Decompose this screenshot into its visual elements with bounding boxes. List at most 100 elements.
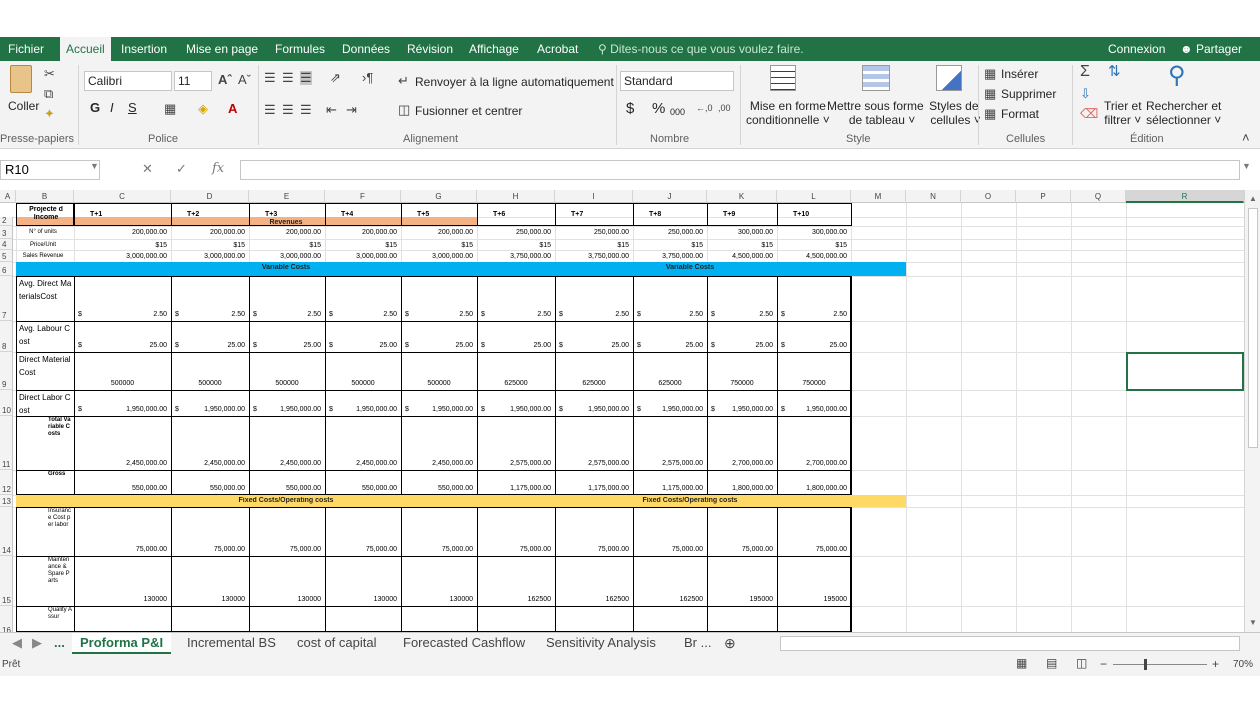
align-bottom-icon[interactable]: ☰	[300, 71, 312, 85]
zoom-in-icon[interactable]: +	[1212, 657, 1219, 671]
format-cells-button[interactable]: Format	[1001, 107, 1039, 121]
add-sheet-icon[interactable]: ⊕	[716, 633, 744, 654]
copy-icon[interactable]: ⧉	[44, 87, 53, 101]
scroll-thumb[interactable]	[1248, 208, 1258, 448]
row-header[interactable]: 9	[0, 352, 13, 390]
format-painter-icon[interactable]: ✦	[44, 107, 55, 121]
delete-cells-button[interactable]: Supprimer	[1001, 87, 1056, 101]
italic-button[interactable]: I	[110, 101, 114, 115]
sheet-tab-cost-of-capital[interactable]: cost of capital	[289, 633, 385, 654]
tab-revision[interactable]: Révision	[407, 37, 453, 61]
row-header[interactable]: 5	[0, 250, 13, 262]
number-format-select[interactable]: Standard	[620, 71, 734, 91]
font-color-icon[interactable]: A	[228, 102, 237, 116]
column-header-i[interactable]: I	[555, 190, 633, 203]
row-header[interactable]: 6	[0, 262, 13, 276]
align-right-icon[interactable]: ☰	[300, 103, 312, 117]
expand-formula-icon[interactable]: ▼	[1242, 161, 1251, 171]
tab-accueil[interactable]: Accueil	[60, 37, 111, 61]
sort-filter-button[interactable]: Trier et filtrer ˅	[1104, 99, 1142, 127]
column-header-m[interactable]: M	[851, 190, 906, 203]
tab-insertion[interactable]: Insertion	[121, 37, 167, 61]
fill-color-icon[interactable]: ◈	[198, 102, 208, 116]
row-header[interactable]: 8	[0, 321, 13, 352]
align-top-icon[interactable]: ☰	[264, 71, 276, 85]
name-box[interactable]: R10	[0, 160, 100, 180]
format-as-table-button[interactable]: Mettre sous forme de tableau ˅	[827, 99, 924, 127]
tab-affichage[interactable]: Affichage	[469, 37, 519, 61]
row-header[interactable]: 10	[0, 390, 13, 416]
thousands-button[interactable]: 000	[670, 105, 685, 119]
row-header[interactable]: 3	[0, 226, 13, 239]
cell-styles-button[interactable]: Styles de cellules ˅	[927, 99, 981, 127]
column-header-n[interactable]: N	[906, 190, 961, 203]
sheet-tab-forecasted-cashflow[interactable]: Forecasted Cashflow	[395, 633, 533, 654]
orientation-icon[interactable]: ⇗	[330, 71, 341, 85]
tab-donnees[interactable]: Données	[342, 37, 390, 61]
underline-button[interactable]: S	[128, 101, 137, 115]
column-header-r[interactable]: R	[1126, 190, 1244, 203]
sheet-tab-incremental-bs[interactable]: Incremental BS	[179, 633, 284, 654]
column-header-a[interactable]: A	[0, 190, 16, 203]
column-header-g[interactable]: G	[401, 190, 477, 203]
row-header[interactable]: 12	[0, 470, 13, 495]
align-center-icon[interactable]: ☰	[282, 103, 294, 117]
row-header[interactable]: 13	[0, 495, 13, 507]
font-size-select[interactable]: 11	[174, 71, 212, 91]
paragraph-icon[interactable]: ›¶	[362, 71, 373, 85]
page-layout-icon[interactable]: ▤	[1046, 656, 1057, 670]
bold-button[interactable]: G	[90, 101, 100, 115]
borders-icon[interactable]: ▦	[164, 102, 176, 116]
collapse-ribbon-icon[interactable]: ˄	[1242, 131, 1250, 145]
paste-button[interactable]: Coller	[8, 99, 39, 113]
horizontal-scrollbar[interactable]	[780, 636, 1240, 651]
autosum-icon[interactable]: Σ	[1080, 64, 1090, 80]
align-middle-icon[interactable]: ☰	[282, 71, 294, 85]
decrease-decimal-icon[interactable]: ,00	[718, 101, 731, 115]
increase-decimal-icon[interactable]: ←,0	[696, 101, 713, 115]
paste-icon[interactable]	[10, 65, 32, 93]
percent-button[interactable]: %	[652, 101, 665, 116]
column-header-c[interactable]: C	[74, 190, 171, 203]
row-header[interactable]: 11	[0, 416, 13, 470]
insert-cells-button[interactable]: Insérer	[1001, 67, 1038, 81]
tab-acrobat[interactable]: Acrobat	[537, 37, 578, 61]
enter-icon[interactable]: ✓	[176, 161, 187, 177]
row-header[interactable]: 14	[0, 507, 13, 556]
zoom-slider-thumb[interactable]	[1144, 659, 1147, 670]
row-header[interactable]: 7	[0, 276, 13, 321]
grow-font-icon[interactable]: Aˆ	[218, 73, 232, 87]
zoom-out-icon[interactable]: −	[1100, 657, 1107, 671]
sheet-tab-br[interactable]: Br ...	[676, 633, 719, 654]
merge-center-button[interactable]: Fusionner et centrer	[415, 104, 522, 118]
column-header-k[interactable]: K	[707, 190, 777, 203]
column-header-l[interactable]: L	[777, 190, 851, 203]
column-header-e[interactable]: E	[249, 190, 325, 203]
formula-input[interactable]	[240, 160, 1240, 180]
font-name-select[interactable]: Calibri	[84, 71, 172, 91]
scroll-up-icon[interactable]: ▲	[1249, 194, 1257, 203]
zoom-level[interactable]: 70%	[1233, 659, 1253, 670]
column-header-j[interactable]: J	[633, 190, 707, 203]
column-header-o[interactable]: O	[961, 190, 1016, 203]
fill-icon[interactable]: ⇩	[1080, 87, 1091, 101]
sign-in-link[interactable]: Connexion	[1108, 37, 1165, 61]
wrap-text-button[interactable]: Renvoyer à la ligne automatiquement	[415, 75, 614, 89]
find-select-button[interactable]: Rechercher et sélectionner ˅	[1146, 99, 1221, 127]
column-header-p[interactable]: P	[1016, 190, 1071, 203]
shrink-font-icon[interactable]: Aˇ	[238, 73, 251, 87]
share-button[interactable]: ☻ Partager	[1180, 37, 1242, 61]
align-left-icon[interactable]: ☰	[264, 103, 276, 117]
column-header-q[interactable]: Q	[1071, 190, 1126, 203]
cancel-icon[interactable]: ✕	[142, 161, 153, 177]
sheet-tab-proforma[interactable]: Proforma P&I	[72, 633, 172, 654]
selected-cell-r10[interactable]	[1126, 352, 1244, 391]
tell-me-box[interactable]: ⚲ Dites-nous ce que vous voulez faire.	[598, 37, 804, 61]
column-header-f[interactable]: F	[325, 190, 401, 203]
increase-indent-icon[interactable]: ⇥	[346, 103, 357, 117]
column-header-b[interactable]: B	[16, 190, 74, 203]
sheet-tab-sensitivity[interactable]: Sensitivity Analysis	[538, 633, 664, 654]
decrease-indent-icon[interactable]: ⇤	[326, 103, 337, 117]
insert-function-button[interactable]: fx	[212, 161, 224, 176]
worksheet-grid[interactable]: ABCDEFGHIJKLMNOPQR 2 3 4 5 6 7 8 9 10 11 12 13 14 15 1…	[0, 190, 1244, 632]
